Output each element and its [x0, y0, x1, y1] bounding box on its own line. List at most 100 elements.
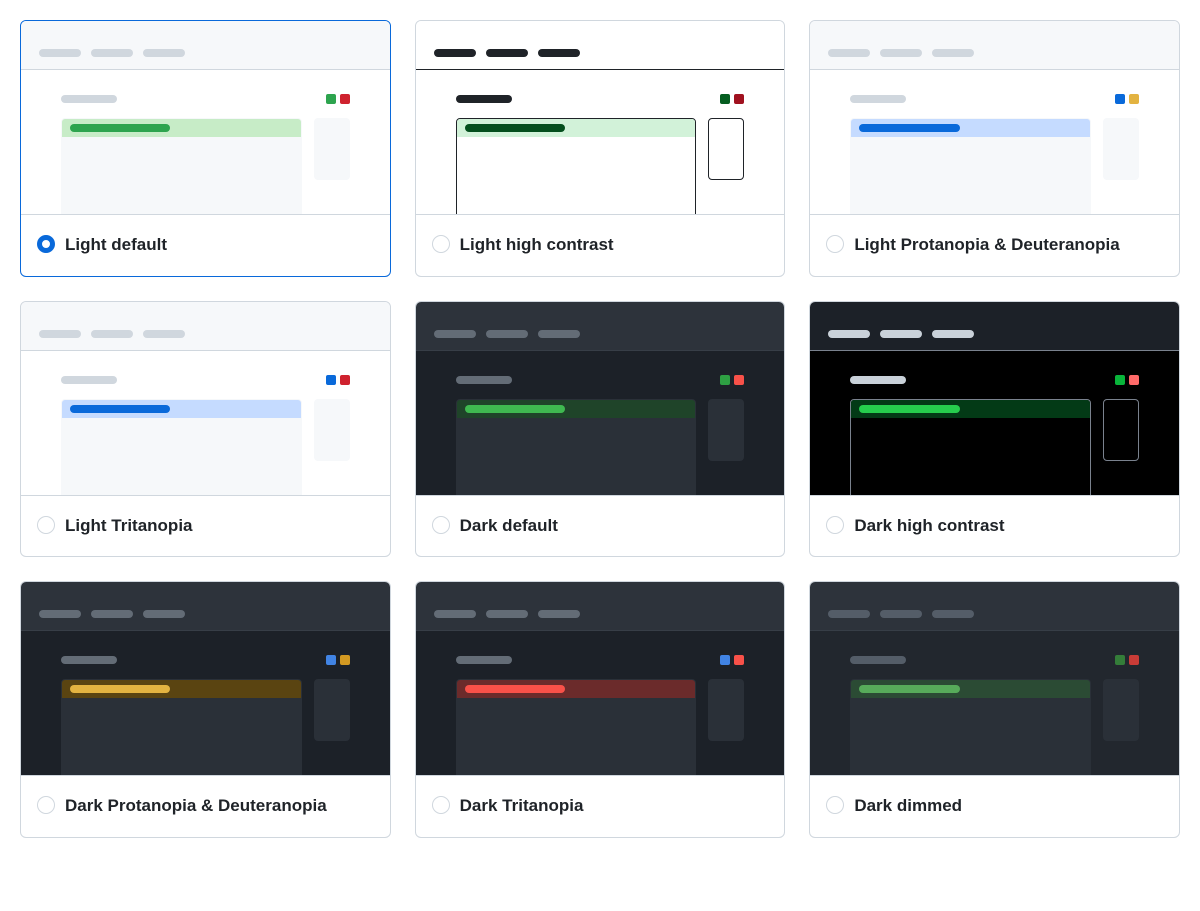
preview-status-dots: [720, 655, 744, 665]
preview-status-dots: [1115, 655, 1139, 665]
preview-body: [416, 630, 785, 776]
theme-option-light-protanopia-deuteranopia[interactable]: Light Protanopia & Deuteranopia: [809, 20, 1180, 277]
radio-indicator[interactable]: [37, 235, 55, 253]
preview-content-block: [456, 118, 697, 215]
theme-label: Light Protanopia & Deuteranopia: [854, 233, 1119, 258]
preview-highlight-bar: [859, 405, 959, 413]
radio-indicator[interactable]: [432, 235, 450, 253]
status-dot-2: [734, 94, 744, 104]
theme-preview: [416, 302, 785, 496]
preview-side-block: [314, 399, 350, 461]
preview-status-dots: [1115, 375, 1139, 385]
theme-option-dark-protanopia-deuteranopia[interactable]: Dark Protanopia & Deuteranopia: [20, 581, 391, 838]
theme-preview: [416, 582, 785, 776]
theme-option-dark-tritanopia[interactable]: Dark Tritanopia: [415, 581, 786, 838]
theme-label: Light Tritanopia: [65, 514, 193, 539]
preview-title-pill: [456, 656, 512, 664]
preview-tab: [538, 610, 580, 618]
theme-option-light-tritanopia[interactable]: Light Tritanopia: [20, 301, 391, 558]
preview-highlight-bar: [859, 124, 959, 132]
theme-label: Light default: [65, 233, 167, 258]
preview-highlight-bar: [70, 685, 170, 693]
preview-status-dots: [720, 375, 744, 385]
radio-indicator[interactable]: [37, 516, 55, 534]
radio-indicator[interactable]: [826, 796, 844, 814]
theme-label-bar: Dark default: [416, 496, 785, 557]
preview-highlight: [457, 119, 696, 137]
preview-highlight-bar: [859, 685, 959, 693]
preview-tabs: [826, 318, 1163, 350]
theme-label-bar: Light Protanopia & Deuteranopia: [810, 215, 1179, 276]
theme-label-bar: Dark Protanopia & Deuteranopia: [21, 776, 390, 837]
preview-content-block: [456, 399, 697, 496]
theme-label-bar: Dark dimmed: [810, 776, 1179, 837]
status-dot-1: [720, 655, 730, 665]
preview-tab: [486, 610, 528, 618]
preview-highlight: [62, 680, 301, 698]
preview-title-pill: [61, 656, 117, 664]
theme-label: Dark high contrast: [854, 514, 1004, 539]
preview-title-pill: [61, 376, 117, 384]
status-dot-2: [734, 375, 744, 385]
preview-highlight: [851, 400, 1090, 418]
preview-title-pill: [850, 656, 906, 664]
theme-label-bar: Light Tritanopia: [21, 496, 390, 557]
radio-indicator[interactable]: [37, 796, 55, 814]
theme-option-dark-default[interactable]: Dark default: [415, 301, 786, 558]
preview-highlight: [851, 119, 1090, 137]
preview-content-block: [61, 118, 302, 215]
radio-indicator[interactable]: [826, 235, 844, 253]
status-dot-2: [340, 94, 350, 104]
preview-tabs: [37, 318, 374, 350]
preview-tab: [143, 49, 185, 57]
preview-status-dots: [1115, 94, 1139, 104]
preview-tab: [39, 330, 81, 338]
preview-tab: [434, 330, 476, 338]
preview-body: [21, 630, 390, 776]
preview-tab: [434, 610, 476, 618]
preview-tab: [143, 610, 185, 618]
preview-tabs: [432, 598, 769, 630]
preview-tab: [434, 49, 476, 57]
preview-body: [810, 69, 1179, 215]
preview-title-pill: [456, 376, 512, 384]
preview-tabs: [826, 598, 1163, 630]
preview-tab: [828, 610, 870, 618]
preview-tab: [91, 49, 133, 57]
preview-content-block: [850, 679, 1091, 776]
radio-indicator[interactable]: [826, 516, 844, 534]
preview-body: [810, 630, 1179, 776]
theme-preview: [810, 21, 1179, 215]
theme-option-light-high-contrast[interactable]: Light high contrast: [415, 20, 786, 277]
theme-option-dark-high-contrast[interactable]: Dark high contrast: [809, 301, 1180, 558]
preview-tab: [538, 330, 580, 338]
preview-tab: [932, 610, 974, 618]
theme-label: Dark Tritanopia: [460, 794, 584, 819]
radio-indicator[interactable]: [432, 796, 450, 814]
preview-title-pill: [850, 376, 906, 384]
status-dot-2: [734, 655, 744, 665]
preview-tabs: [432, 37, 769, 69]
status-dot-2: [340, 375, 350, 385]
status-dot-2: [1129, 655, 1139, 665]
preview-status-dots: [326, 375, 350, 385]
preview-tab: [828, 49, 870, 57]
preview-highlight: [62, 119, 301, 137]
preview-tab: [880, 610, 922, 618]
radio-indicator[interactable]: [432, 516, 450, 534]
theme-option-light-default[interactable]: Light default: [20, 20, 391, 277]
theme-preview: [416, 21, 785, 215]
theme-option-dark-dimmed[interactable]: Dark dimmed: [809, 581, 1180, 838]
preview-body: [416, 69, 785, 215]
preview-tabs: [37, 598, 374, 630]
status-dot-1: [720, 94, 730, 104]
theme-label-bar: Dark Tritanopia: [416, 776, 785, 837]
preview-highlight: [457, 400, 696, 418]
theme-grid: Light default: [20, 20, 1180, 838]
preview-tab: [91, 330, 133, 338]
preview-side-block: [1103, 679, 1139, 741]
status-dot-1: [1115, 655, 1125, 665]
preview-status-dots: [720, 94, 744, 104]
status-dot-1: [326, 655, 336, 665]
preview-tab: [538, 49, 580, 57]
